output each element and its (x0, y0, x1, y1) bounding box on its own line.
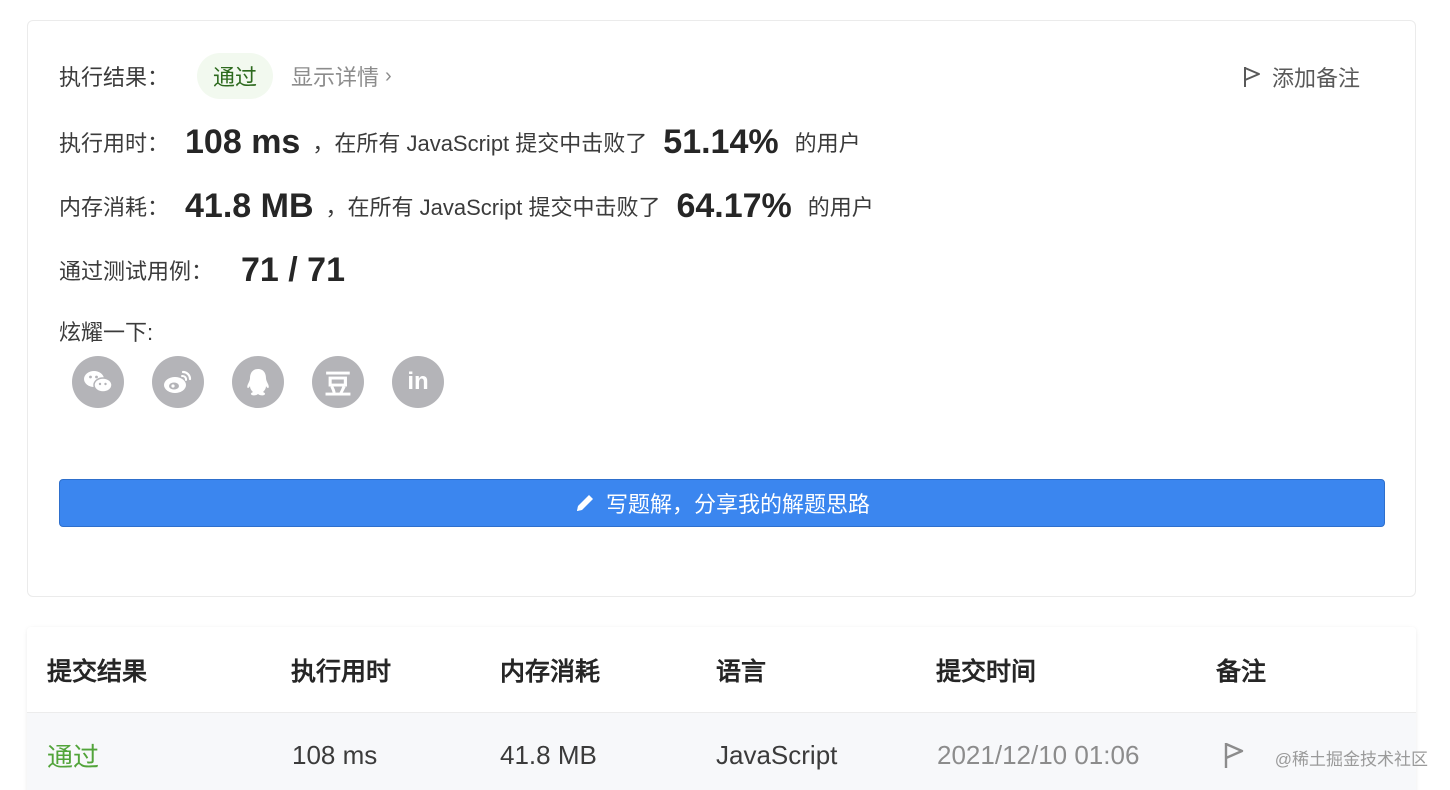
result-label: 执行结果： (59, 65, 170, 90)
row-result-link[interactable]: 通过 (47, 713, 99, 790)
runtime-value: 108 ms (185, 122, 301, 161)
memory-beat-text: ，在所有 JavaScript 提交中击败了 (325, 195, 661, 220)
runtime-percent: 51.14% (663, 122, 779, 161)
write-solution-label: 写题解，分享我的解题思路 (605, 492, 870, 517)
row-language: JavaScript (716, 739, 838, 770)
pencil-icon (576, 495, 593, 511)
watermark: @稀土掘金技术社区 (1274, 750, 1428, 769)
share-buttons: 豆 in (72, 356, 444, 408)
qq-icon (247, 369, 269, 396)
header-runtime: 执行用时 (291, 658, 392, 686)
memory-label: 内存消耗： (59, 195, 170, 220)
chevron-right-icon: › (385, 64, 392, 87)
memory-value: 41.8 MB (185, 186, 314, 225)
share-weibo-button[interactable] (152, 356, 204, 408)
share-linkedin-button[interactable]: in (392, 356, 444, 408)
flag-icon (1224, 742, 1244, 768)
write-solution-button[interactable]: 写题解，分享我的解题思路 (59, 479, 1385, 527)
submission-table: 提交结果 执行用时 内存消耗 语言 提交时间 备注 通过 108 ms 41.8… (27, 627, 1416, 790)
share-douban-button[interactable]: 豆 (312, 356, 364, 408)
header-result: 提交结果 (47, 658, 148, 686)
share-wechat-button[interactable] (72, 356, 124, 408)
wechat-icon (84, 371, 113, 393)
show-details-label: 显示详情 (291, 65, 380, 90)
header-language: 语言 (716, 658, 767, 686)
share-qq-button[interactable] (232, 356, 284, 408)
result-card: 执行结果： 通过 显示详情 › 添加备注 执行用时： 108 ms ，在所有 J… (27, 20, 1416, 597)
show-details-link[interactable]: 显示详情 › (291, 60, 392, 92)
runtime-suffix: 的用户 (794, 131, 861, 156)
flag-icon (1243, 67, 1260, 87)
status-badge: 通过 (197, 53, 274, 99)
testcase-value: 71 / 71 (241, 250, 345, 289)
row-add-note-button[interactable] (1222, 713, 1246, 790)
memory-suffix: 的用户 (807, 195, 874, 220)
runtime-row: 执行用时： 108 ms ，在所有 JavaScript 提交中击败了 51.1… (59, 119, 861, 165)
runtime-beat-text: ，在所有 JavaScript 提交中击败了 (312, 131, 648, 156)
testcase-label: 通过测试用例： (59, 259, 214, 284)
memory-row: 内存消耗： 41.8 MB ，在所有 JavaScript 提交中击败了 64.… (59, 183, 874, 229)
header-note: 备注 (1216, 658, 1267, 686)
table-row[interactable]: 通过 108 ms 41.8 MB JavaScript 2021/12/10 … (27, 713, 1416, 790)
add-note-label: 添加备注 (1271, 66, 1360, 91)
add-note-button[interactable]: 添加备注 (1242, 61, 1360, 93)
table-header: 提交结果 执行用时 内存消耗 语言 提交时间 备注 (27, 627, 1416, 713)
row-runtime: 108 ms (292, 739, 378, 770)
header-time: 提交时间 (936, 658, 1037, 686)
row-memory: 41.8 MB (500, 739, 597, 770)
weibo-icon (164, 370, 192, 393)
runtime-label: 执行用时： (59, 131, 170, 156)
result-row: 执行结果： 通过 显示详情 › (59, 53, 392, 99)
row-time: 2021/12/10 01:06 (937, 739, 1140, 770)
douban-icon: 豆 (324, 369, 352, 401)
memory-percent: 64.17% (676, 186, 792, 225)
linkedin-icon: in (407, 368, 429, 395)
testcase-row: 通过测试用例： 71 / 71 (59, 247, 345, 293)
header-memory: 内存消耗 (500, 658, 601, 686)
share-label: 炫耀一下: (59, 320, 154, 345)
share-row-label: 炫耀一下: (59, 313, 153, 349)
